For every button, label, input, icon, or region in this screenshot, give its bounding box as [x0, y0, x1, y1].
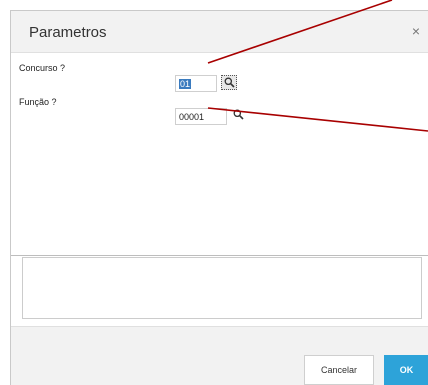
- concurso-label: Concurso ?: [19, 63, 66, 73]
- funcao-label: Função ?: [19, 97, 57, 107]
- funcao-value: 00001: [179, 112, 205, 122]
- concurso-input[interactable]: 01: [175, 75, 217, 92]
- search-icon: [224, 77, 235, 88]
- search-icon: [233, 109, 244, 120]
- funcao-lookup-button[interactable]: [231, 108, 247, 123]
- parametros-dialog: Parametros × Concurso ? 01 Função ? 0000…: [10, 10, 428, 385]
- close-icon[interactable]: ×: [412, 23, 420, 39]
- cancel-button[interactable]: Cancelar: [304, 355, 374, 385]
- funcao-input[interactable]: 00001: [175, 108, 227, 125]
- page: Parametros × Concurso ? 01 Função ? 0000…: [0, 0, 428, 385]
- ok-button[interactable]: OK: [384, 355, 428, 385]
- memo-box[interactable]: [22, 257, 422, 319]
- dialog-title: Parametros: [29, 24, 107, 41]
- concurso-lookup-button[interactable]: [221, 75, 237, 90]
- dialog-titlebar: Parametros ×: [11, 11, 428, 53]
- concurso-value: 01: [179, 79, 192, 89]
- form-area: Concurso ? 01 Função ? 00001: [11, 53, 428, 256]
- dialog-footer: Cancelar OK: [11, 326, 428, 385]
